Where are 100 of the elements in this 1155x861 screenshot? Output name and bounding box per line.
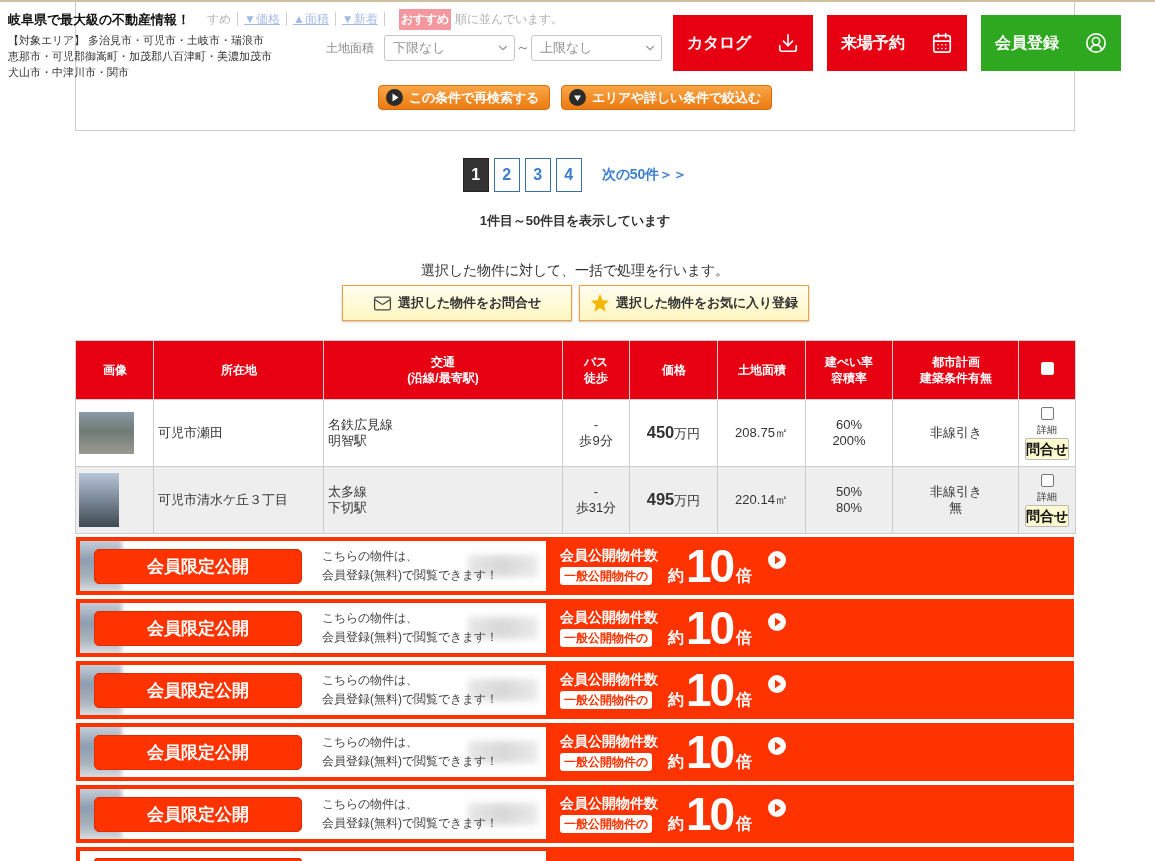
column-header: 建ぺい率 容積率 [825, 354, 873, 386]
members-only-button[interactable]: 会員限定公開 [94, 610, 302, 646]
calendar-icon [931, 32, 953, 54]
page-button[interactable]: 1 [462, 158, 489, 192]
photo-placeholder [79, 412, 134, 454]
banner-count-label: 会員公開物件数 [560, 733, 658, 750]
banner-prefix: 約 [668, 814, 684, 834]
banner-count-label: 会員公開物件数 [560, 609, 658, 626]
banner-message: こちらの物件は、 会員登録(無料)で閲覧できます！ [322, 734, 498, 770]
banner-multiplier: 10 [686, 792, 734, 836]
banner-multiplier: 10 [686, 730, 734, 774]
member-banner[interactable]: 会員限定公開 こちらの物件は、 会員登録(無料)で閲覧できます！ 会員公開物件数 一般公開物件の 約 10倍 [76, 599, 1074, 657]
filter-label: 土地面積 [326, 39, 374, 57]
play-icon [768, 551, 787, 569]
table-cell: 名鉄広見線 明智駅 [328, 417, 393, 449]
site-title: 岐阜県で最大級の不動産情報！ [8, 11, 190, 28]
detail-link[interactable]: 詳細 [1037, 490, 1057, 503]
table-cell: 非線引き [929, 425, 982, 441]
bulk-favorite-button[interactable]: 選択した物件をお気に入り登録 [578, 285, 809, 321]
table-cell: 可児市瀬田 [158, 425, 223, 441]
download-icon [777, 32, 799, 54]
column-header: 価格 [661, 362, 686, 378]
table-cell: 208.75㎡ [735, 425, 788, 441]
max-select[interactable]: 上限なし [531, 35, 662, 61]
table-cell: 太多線 下切駅 [328, 484, 367, 516]
result-range-text: 1件目～50件目を表示しています [479, 212, 671, 229]
price-text: 450万円 [646, 426, 701, 441]
banner-message: こちらの物件は、 会員登録(無料)で閲覧できます！ [322, 672, 498, 708]
banner-count-label: 会員公開物件数 [560, 547, 658, 564]
select-all-checkbox[interactable] [1040, 361, 1054, 375]
row-checkbox[interactable] [1040, 406, 1054, 420]
detail-link[interactable]: 詳細 [1037, 423, 1057, 436]
banner-multiplier: 10 [686, 668, 734, 712]
banner-prefix: 約 [668, 690, 684, 710]
search-button[interactable]: この条件で再検索する [378, 85, 550, 110]
visit-booking-button[interactable]: 来場予約 [827, 15, 967, 71]
sort-badge: おすすめ [398, 8, 451, 30]
member-banner[interactable] [76, 847, 1074, 861]
banner-count-label: 会員公開物件数 [560, 795, 658, 812]
table-cell: - 歩31分 [575, 484, 617, 516]
banner-multiplier: 10 [686, 606, 734, 650]
table-cell: 220.14㎡ [735, 492, 788, 508]
table-cell: 60% 200% [832, 417, 866, 449]
photo-placeholder [79, 473, 119, 527]
banner-message: こちらの物件は、 会員登録(無料)で閲覧できます！ [322, 796, 498, 832]
banner-compare-badge: 一般公開物件の [560, 815, 652, 833]
table-cell: 50% 80% [836, 484, 862, 516]
page-button[interactable]: 4 [555, 158, 582, 192]
banner-suffix: 倍 [736, 752, 753, 772]
sort-order-text: 順に並んでいます。 [454, 10, 563, 28]
member-banner[interactable]: 会員限定公開 こちらの物件は、 会員登録(無料)で閲覧できます！ 会員公開物件数 一般公開物件の 約 10倍 [76, 661, 1074, 719]
page-button[interactable]: 3 [524, 158, 551, 192]
next-page-link[interactable]: 次の50件＞＞ [601, 166, 688, 184]
page-button[interactable]: 2 [493, 158, 520, 192]
play-icon [386, 89, 403, 106]
play-icon [768, 675, 787, 693]
banner-suffix: 倍 [736, 814, 753, 834]
play-icon [768, 613, 787, 631]
min-select[interactable]: 下限なし [384, 35, 515, 61]
banner-message: こちらの物件は、 会員登録(無料)で閲覧できます！ [322, 610, 498, 646]
members-only-button[interactable]: 会員限定公開 [94, 796, 302, 832]
banner-prefix: 約 [668, 752, 684, 772]
price-text: 495万円 [646, 493, 701, 508]
banner-compare-badge: 一般公開物件の [560, 753, 652, 771]
star-icon [589, 293, 610, 313]
members-only-button[interactable]: 会員限定公開 [94, 548, 302, 584]
table-cell: 非線引き 無 [929, 484, 982, 516]
banner-prefix: 約 [668, 628, 684, 648]
column-header: 交通 (沿線/最寄駅) [407, 354, 479, 386]
target-area-text: 【対象エリア】 多治見市・可児市・土岐市・瑞浪市 恵那市・可児郡御嵩町・加茂郡八百津町・美濃加茂市 犬山市・中津川市・関市 [8, 33, 272, 80]
bulk-action-text: 選択した物件に対して、一括で処理を行います。 [421, 262, 729, 279]
members-only-button[interactable]: 会員限定公開 [94, 672, 302, 708]
banner-multiplier: 10 [686, 544, 734, 588]
inquiry-button[interactable]: 問合せ [1025, 504, 1069, 527]
member-signup-button[interactable]: 会員登録 [981, 15, 1121, 71]
member-banner[interactable]: 会員限定公開 こちらの物件は、 会員登録(無料)で閲覧できます！ 会員公開物件数 一般公開物件の 約 10倍 [76, 723, 1074, 781]
banner-compare-badge: 一般公開物件の [560, 567, 652, 585]
column-header: 土地面積 [737, 362, 786, 378]
banner-prefix: 約 [668, 566, 684, 586]
range-separator: ～ [516, 39, 530, 57]
banner-suffix: 倍 [736, 690, 753, 710]
column-header: 所在地 [220, 362, 257, 378]
column-header: バス 徒歩 [584, 354, 608, 386]
banner-count-label: 会員公開物件数 [560, 671, 658, 688]
catalog-button[interactable]: カタログ [673, 15, 813, 71]
row-checkbox[interactable] [1040, 473, 1054, 487]
banner-suffix: 倍 [736, 566, 753, 586]
members-only-button[interactable]: 会員限定公開 [94, 734, 302, 770]
refine-button[interactable]: エリアや詳しい条件で絞込む [561, 85, 772, 110]
table-cell: 可児市清水ケ丘３丁目 [158, 492, 288, 508]
inquiry-button[interactable]: 問合せ [1025, 437, 1069, 460]
column-header: 都市計画 建築条件有無 [919, 354, 992, 386]
play-icon [768, 737, 787, 755]
member-banner[interactable]: 会員限定公開 こちらの物件は、 会員登録(無料)で閲覧できます！ 会員公開物件数 一般公開物件の 約 10倍 [76, 785, 1074, 843]
bulk-inquiry-button[interactable]: 選択した物件をお問合せ [341, 285, 572, 321]
banner-suffix: 倍 [736, 628, 753, 648]
user-icon [1085, 32, 1107, 54]
sort-link[interactable]: すめ [207, 12, 238, 26]
banner-message: こちらの物件は、 会員登録(無料)で閲覧できます！ [322, 548, 498, 584]
member-banner[interactable]: 会員限定公開 こちらの物件は、 会員登録(無料)で閲覧できます！ 会員公開物件数 一般公開物件の 約 10倍 [76, 537, 1074, 595]
